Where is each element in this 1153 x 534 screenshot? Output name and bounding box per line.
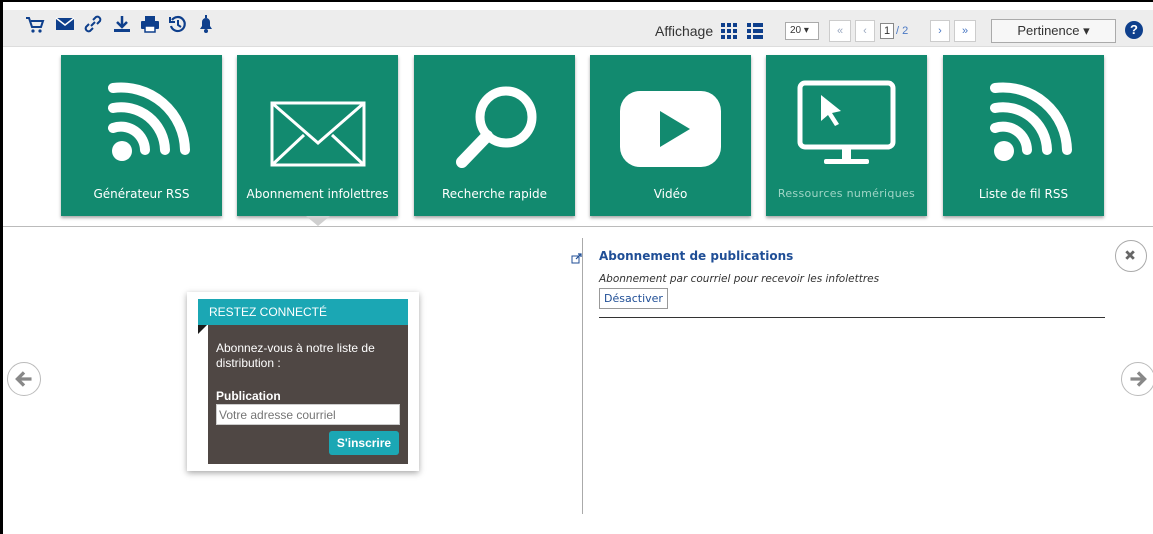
next-page-button[interactable]: ›	[930, 20, 950, 42]
tile-label: Recherche rapide	[441, 187, 548, 201]
rss-icon	[990, 82, 1072, 161]
list-view-icon[interactable]	[746, 22, 764, 40]
tile-quick-search[interactable]: Recherche rapide	[414, 55, 575, 216]
tile-label: Vidéo	[653, 187, 688, 201]
envelope-icon	[270, 101, 366, 167]
tile-digital-resources[interactable]: Ressources numériques	[766, 55, 927, 216]
link-icon[interactable]	[83, 14, 105, 34]
tile-label: Liste de fil RSS	[978, 187, 1069, 201]
help-icon[interactable]: ?	[1125, 21, 1143, 39]
magnifier-icon	[456, 86, 537, 168]
close-icon[interactable]	[1115, 240, 1147, 272]
sort-dropdown[interactable]: Pertinence ▾	[991, 19, 1116, 43]
external-link-icon[interactable]	[571, 251, 582, 264]
page-input[interactable]: 1	[880, 23, 894, 39]
prev-page-button[interactable]: ‹	[855, 20, 875, 42]
publication-label: Publication	[216, 389, 281, 403]
bell-icon[interactable]	[196, 14, 218, 34]
first-page-button[interactable]: «	[829, 20, 851, 42]
print-icon[interactable]	[140, 14, 162, 34]
email-field[interactable]	[216, 404, 400, 425]
tile-label: Abonnement infolettres	[246, 187, 389, 201]
selected-tile-pointer	[306, 216, 330, 226]
tile-label: Ressources numériques	[777, 187, 916, 200]
widget-fold	[198, 325, 207, 334]
top-border	[0, 0, 1153, 2]
display-label: Affichage	[655, 23, 714, 39]
widget-header: RESTEZ CONNECTÉ	[198, 299, 408, 325]
rss-icon	[108, 82, 190, 161]
last-page-button[interactable]: »	[954, 20, 976, 42]
per-page-select[interactable]: 20 ▾	[785, 22, 819, 40]
publication-title[interactable]: Abonnement de publications	[599, 249, 793, 263]
tile-newsletter-subscription[interactable]: Abonnement infolettres	[237, 55, 398, 216]
subscribe-button[interactable]: S'inscrire	[329, 431, 399, 455]
next-arrow-icon[interactable]	[1121, 362, 1153, 396]
tile-rss-feed-list[interactable]: Liste de fil RSS	[943, 55, 1104, 216]
cart-icon[interactable]	[25, 14, 47, 34]
publication-rule	[599, 317, 1105, 318]
grid-view-icon[interactable]	[720, 22, 738, 40]
previous-arrow-icon[interactable]	[7, 362, 41, 396]
tile-rss-generator[interactable]: Générateur RSS	[61, 55, 222, 216]
page-total: / 2	[896, 25, 909, 37]
widget-text: Abonnez-vous à notre liste de distributi…	[216, 341, 375, 370]
download-icon[interactable]	[112, 14, 134, 34]
section-divider	[3, 226, 1153, 227]
tile-video[interactable]: Vidéo	[590, 55, 751, 216]
tile-label: Générateur RSS	[93, 187, 190, 201]
monitor-icon	[797, 80, 896, 164]
envelope-icon[interactable]	[55, 14, 77, 34]
deactivate-button[interactable]: Désactiver	[599, 288, 668, 309]
vertical-divider	[582, 238, 583, 514]
newsletter-widget-preview: RESTEZ CONNECTÉ Abonnez-vous à notre lis…	[187, 292, 419, 471]
widget-body: Abonnez-vous à notre liste de distributi…	[208, 325, 408, 464]
history-icon[interactable]	[168, 14, 190, 34]
publication-description: Abonnement par courriel pour recevoir le…	[599, 273, 880, 285]
play-icon	[620, 91, 721, 167]
